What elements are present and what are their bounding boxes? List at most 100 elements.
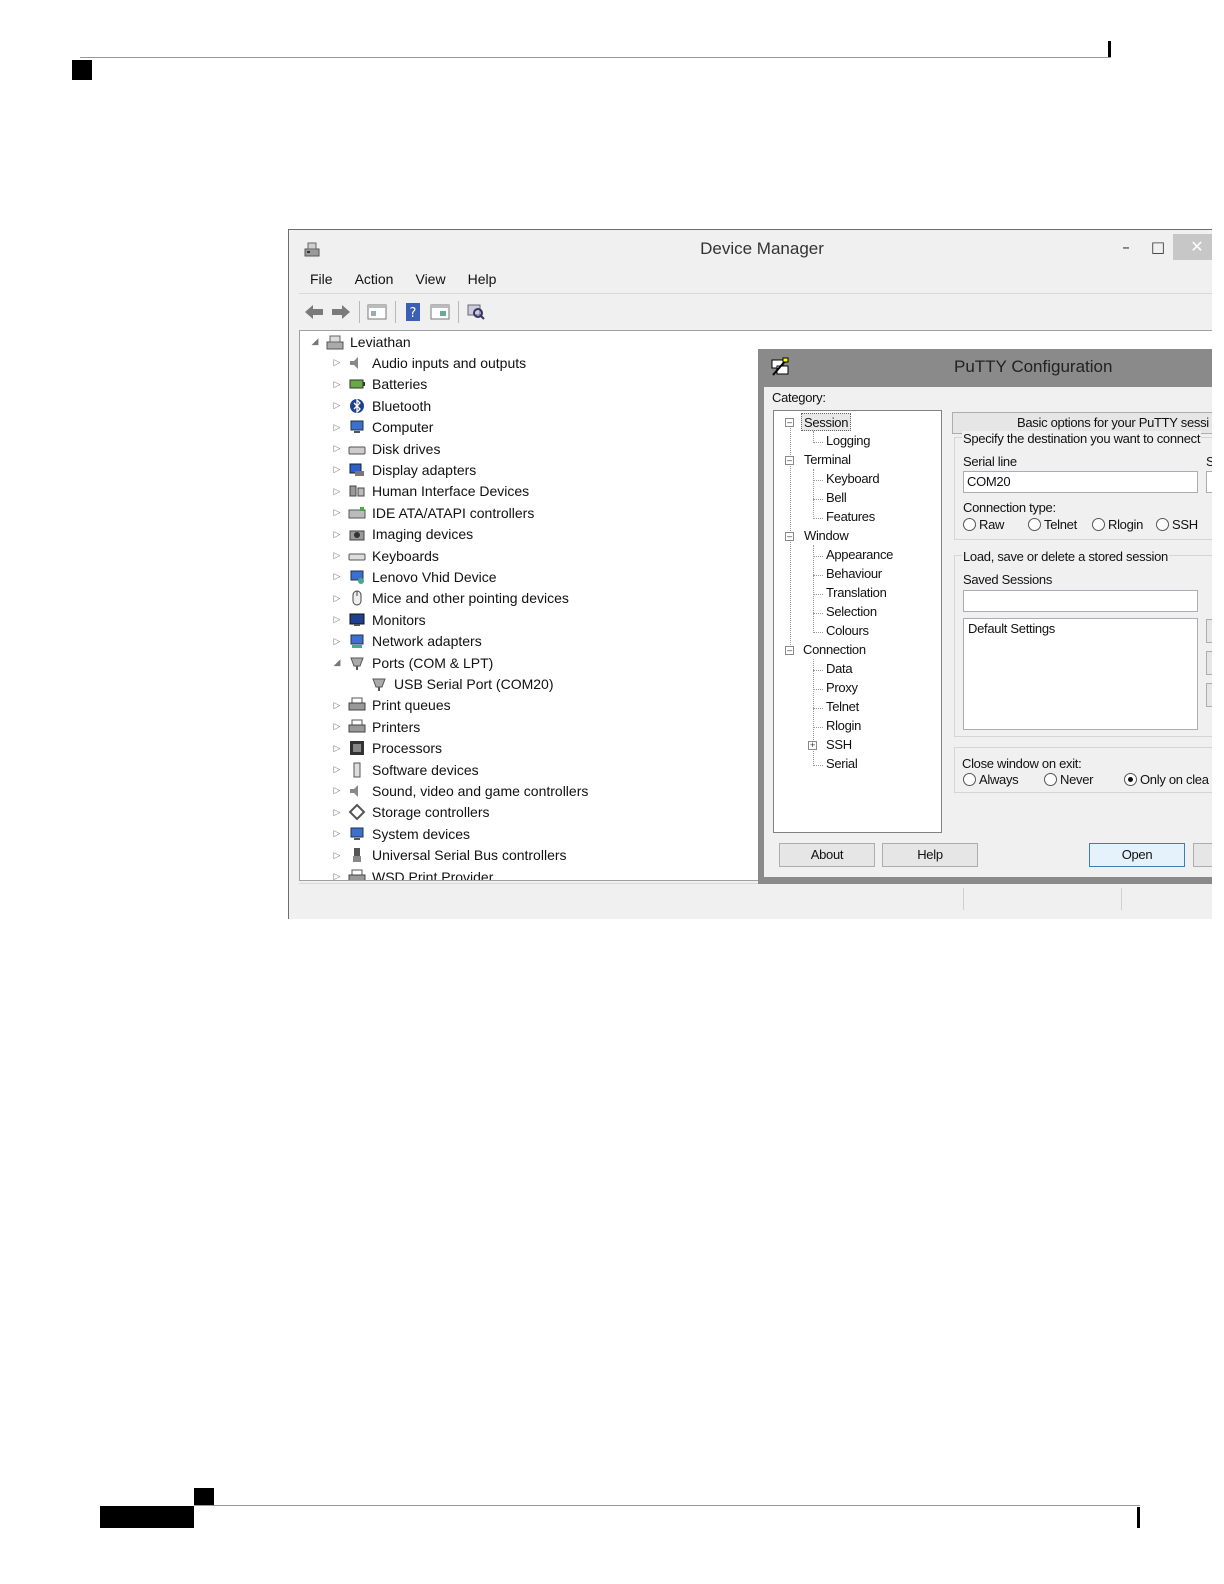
tree-item[interactable]: ▷ System devices [330,823,471,844]
category-window[interactable]: Window [804,527,849,545]
about-button[interactable]: About [779,843,875,867]
expand-arrow-icon[interactable]: ▷ [330,828,344,839]
tree-root[interactable]: ◢ Leviathan [308,331,411,352]
category-colours[interactable]: Colours [826,622,869,640]
expand-arrow-icon[interactable]: ▷ [330,443,344,454]
category-connection[interactable]: Connection [803,641,866,659]
scan-hardware-icon[interactable] [465,302,487,322]
speed-input[interactable] [1206,471,1212,493]
tree-child-item[interactable]: USB Serial Port (COM20) [366,673,553,694]
tree-item[interactable]: ▷ IDE ATA/ATAPI controllers [330,502,535,523]
expand-arrow-icon[interactable]: ▷ [330,700,344,711]
category-selection[interactable]: Selection [826,603,877,621]
load-button[interactable] [1206,619,1212,643]
category-serial[interactable]: Serial [826,755,858,773]
menu-action[interactable]: Action [344,268,405,293]
collapse-icon[interactable]: – [785,456,794,465]
tree-item[interactable]: ▷ Monitors [330,609,426,630]
category-telnet[interactable]: Telnet [826,698,859,716]
tree-item[interactable]: ▷ Imaging devices [330,524,474,545]
tree-item[interactable]: ▷ Audio inputs and outputs [330,352,527,373]
category-appearance[interactable]: Appearance [826,546,893,564]
expand-icon[interactable]: + [808,741,817,750]
expand-arrow-icon[interactable]: ▷ [330,529,344,540]
tree-item[interactable]: ▷ Sound, video and game controllers [330,780,589,801]
expand-arrow-icon[interactable]: ▷ [330,764,344,775]
expand-arrow-icon[interactable]: ▷ [330,357,344,368]
tree-item[interactable]: ▷ Display adapters [330,459,477,480]
serial-line-input[interactable]: COM20 [963,471,1198,493]
tree-item[interactable]: ▷ Mice and other pointing devices [330,588,569,609]
menu-view[interactable]: View [404,268,456,293]
cancel-button[interactable] [1193,843,1212,867]
radio-never[interactable]: Never [1044,772,1093,787]
category-features[interactable]: Features [826,508,875,526]
expand-arrow-icon[interactable]: ▷ [330,507,344,518]
list-item[interactable]: Default Settings [968,621,1055,636]
expand-arrow-icon[interactable]: ▷ [330,636,344,647]
tree-item[interactable]: ▷ Lenovo Vhid Device [330,566,497,587]
collapse-arrow-icon[interactable]: ◢ [308,336,322,347]
expand-arrow-icon[interactable]: ▷ [330,486,344,497]
category-session[interactable]: Session [801,413,852,431]
menu-file[interactable]: File [299,268,344,293]
expand-arrow-icon[interactable]: ▷ [330,785,344,796]
expand-arrow-icon[interactable]: ▷ [330,571,344,582]
expand-arrow-icon[interactable]: ▷ [330,550,344,561]
category-translation[interactable]: Translation [826,584,887,602]
close-button[interactable]: ✕ [1173,234,1212,260]
tree-item[interactable]: ▷ Network adapters [330,631,482,652]
collapse-icon[interactable]: – [785,418,794,427]
category-terminal[interactable]: Terminal [804,451,851,469]
minimize-button[interactable]: – [1115,234,1137,260]
collapse-arrow-icon[interactable]: ◢ [330,657,344,668]
tree-item[interactable]: ▷ Processors [330,738,443,759]
tree-item[interactable]: ▷ Universal Serial Bus controllers [330,845,567,866]
menu-help[interactable]: Help [457,268,508,293]
category-bell[interactable]: Bell [826,489,847,507]
collapse-icon[interactable]: – [785,532,794,541]
tree-item[interactable]: ◢ Ports (COM & LPT) [330,652,494,673]
maximize-button[interactable]: □ [1147,234,1169,260]
tree-item[interactable]: ▷ Storage controllers [330,802,490,823]
back-arrow-icon[interactable] [303,302,325,322]
tree-item[interactable]: ▷ Bluetooth [330,395,432,416]
expand-arrow-icon[interactable]: ▷ [330,400,344,411]
help-button[interactable]: Help [882,843,978,867]
expand-arrow-icon[interactable]: ▷ [330,593,344,604]
expand-arrow-icon[interactable]: ▷ [330,850,344,861]
update-driver-icon[interactable] [429,302,451,322]
radio-always[interactable]: Always [963,772,1019,787]
category-ssh[interactable]: SSH [826,736,852,754]
category-rlogin[interactable]: Rlogin [826,717,861,735]
category-proxy[interactable]: Proxy [826,679,858,697]
expand-arrow-icon[interactable]: ▷ [330,807,344,818]
expand-arrow-icon[interactable]: ▷ [330,743,344,754]
properties-icon[interactable] [366,302,388,322]
tree-item[interactable]: ▷ Print queues [330,695,451,716]
tree-item[interactable]: ▷ Disk drives [330,438,441,459]
radio-ssh[interactable]: SSH [1156,517,1198,532]
saved-sessions-input[interactable] [963,590,1198,612]
tree-item[interactable]: ▷ Batteries [330,374,428,395]
tree-item[interactable]: ▷ WSD Print Provider [330,866,493,880]
tree-item[interactable]: ▷ Software devices [330,759,479,780]
tree-item[interactable]: ▷ Printers [330,716,421,737]
forward-arrow-icon[interactable] [330,302,352,322]
open-button[interactable]: Open [1089,843,1185,867]
radio-only-on-clean[interactable]: Only on clea [1124,772,1209,787]
expand-arrow-icon[interactable]: ▷ [330,721,344,732]
expand-arrow-icon[interactable]: ▷ [330,871,344,880]
radio-rlogin[interactable]: Rlogin [1092,517,1143,532]
delete-button[interactable] [1206,683,1212,707]
category-logging[interactable]: Logging [826,432,870,450]
tree-item[interactable]: ▷ Human Interface Devices [330,481,530,502]
tree-item[interactable]: ▷ Keyboards [330,545,439,566]
expand-arrow-icon[interactable]: ▷ [330,614,344,625]
saved-sessions-list[interactable]: Default Settings [963,618,1198,730]
expand-arrow-icon[interactable]: ▷ [330,422,344,433]
category-data[interactable]: Data [826,660,853,678]
radio-telnet[interactable]: Telnet [1028,517,1077,532]
collapse-icon[interactable]: – [785,646,794,655]
expand-arrow-icon[interactable]: ▷ [330,379,344,390]
